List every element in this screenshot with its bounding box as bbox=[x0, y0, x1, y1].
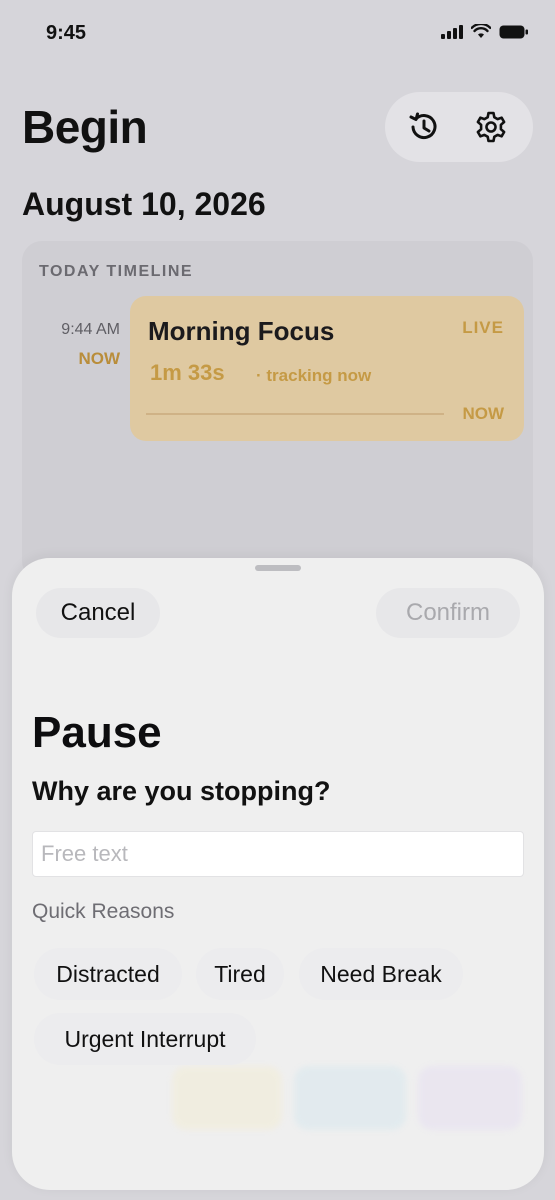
quick-reasons-label: Quick Reasons bbox=[32, 900, 175, 923]
header-actions bbox=[385, 92, 533, 162]
session-status: · tracking now bbox=[256, 366, 372, 385]
battery-icon bbox=[499, 25, 529, 39]
session-elapsed: 1m 33s bbox=[150, 360, 225, 385]
background-tab bbox=[294, 1066, 406, 1130]
sheet-grabber[interactable] bbox=[255, 565, 301, 571]
pause-sheet: Cancel Confirm Pause Why are you stoppin… bbox=[12, 558, 544, 1190]
confirm-button[interactable]: Confirm bbox=[376, 588, 520, 638]
wifi-icon bbox=[471, 24, 491, 39]
entry-time: 9:44 AM bbox=[61, 321, 120, 338]
timeline-heading: TODAY TIMELINE bbox=[39, 263, 194, 280]
page-date: August 10, 2026 bbox=[22, 186, 266, 222]
reason-chip-tired[interactable]: Tired bbox=[196, 948, 284, 1000]
background-tab-bar bbox=[32, 1058, 532, 1138]
sheet-question: Why are you stopping? bbox=[32, 776, 331, 806]
session-divider bbox=[146, 413, 444, 415]
session-title: Morning Focus bbox=[148, 316, 335, 346]
cancel-button[interactable]: Cancel bbox=[36, 588, 160, 638]
entry-now-marker: NOW bbox=[78, 349, 120, 368]
settings-button[interactable] bbox=[473, 109, 509, 145]
sheet-title: Pause bbox=[32, 708, 162, 757]
background-tab bbox=[172, 1066, 282, 1130]
background-tab bbox=[418, 1066, 522, 1130]
history-icon bbox=[409, 112, 437, 140]
reason-text-input[interactable] bbox=[32, 831, 524, 877]
gear-icon bbox=[476, 111, 506, 143]
timeline-card: TODAY TIMELINE 9:44 AM NOW Morning Focus… bbox=[22, 241, 533, 581]
reason-chip-distracted[interactable]: Distracted bbox=[34, 948, 182, 1000]
page-title: Begin bbox=[22, 101, 148, 153]
session-now-marker: NOW bbox=[462, 404, 504, 423]
reason-chip-need-break[interactable]: Need Break bbox=[299, 948, 463, 1000]
live-session-card[interactable]: Morning Focus LIVE 1m 33s · tracking now… bbox=[130, 296, 524, 441]
status-bar: 9:45 bbox=[0, 0, 555, 70]
status-icons bbox=[441, 24, 529, 39]
reason-chip-urgent-interrupt[interactable]: Urgent Interrupt bbox=[34, 1013, 256, 1065]
cellular-signal-icon bbox=[441, 24, 463, 39]
history-button[interactable] bbox=[405, 109, 441, 145]
live-badge: LIVE bbox=[462, 318, 504, 337]
status-time: 9:45 bbox=[46, 22, 87, 44]
